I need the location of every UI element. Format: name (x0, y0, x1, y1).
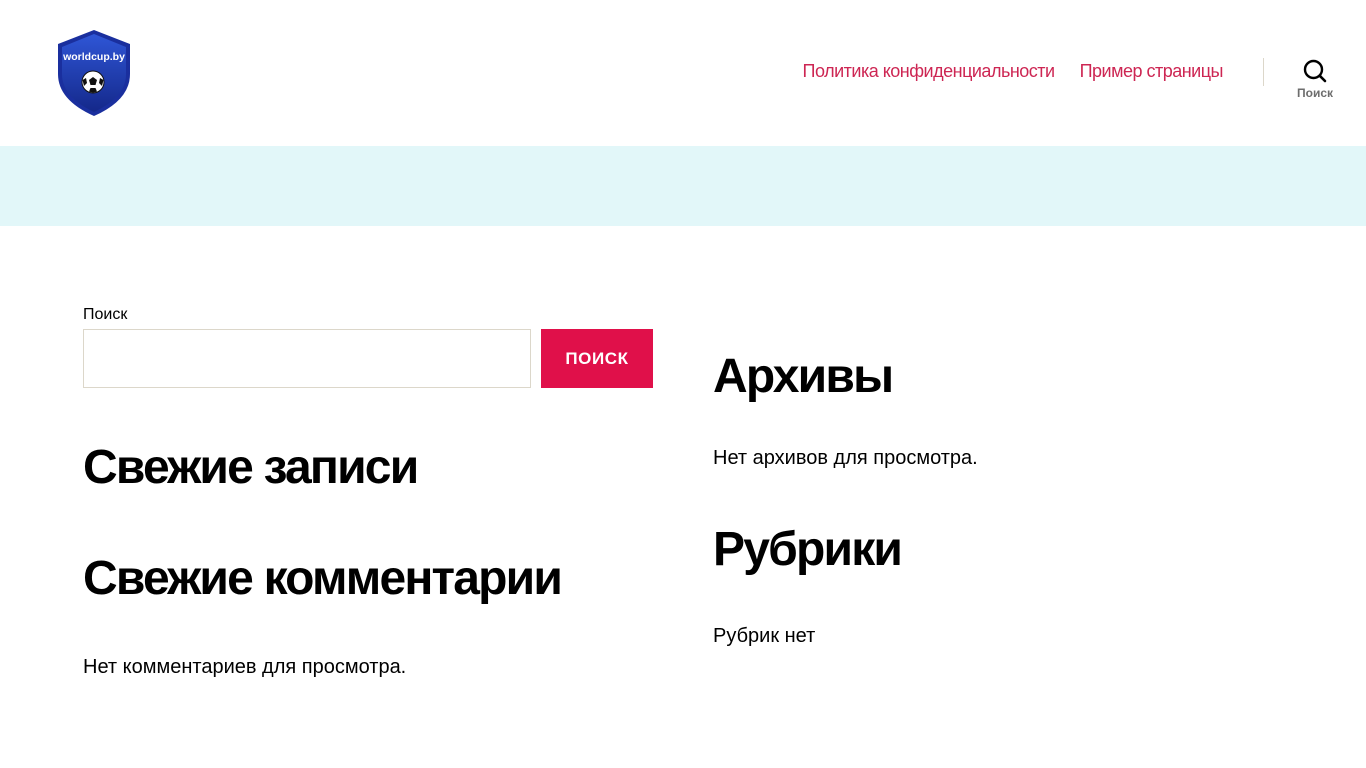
shield-soccer-ball-icon: worldcup.by (58, 30, 130, 116)
archives-title: Архивы (713, 350, 894, 403)
search-field-label: Поиск (83, 306, 128, 323)
search-toggle-label: Поиск (1296, 86, 1333, 100)
search-icon (1303, 59, 1327, 83)
no-rubrics-text: Рубрик нет (713, 625, 816, 647)
primary-nav: Политика конфиденциальности Пример стран… (803, 61, 1224, 82)
recent-comments-title: Свежие комментарии (83, 552, 563, 605)
nav-link-sample-page[interactable]: Пример страницы (1080, 61, 1224, 82)
header-band (0, 146, 1366, 226)
search-toggle-button[interactable]: Поиск (1284, 58, 1346, 110)
search-submit-button[interactable]: ПОИСК (541, 329, 653, 388)
search-input[interactable] (83, 329, 531, 388)
recent-posts-title: Свежие записи (83, 441, 419, 494)
no-comments-text: Нет комментариев для просмотра. (83, 656, 407, 678)
footer-widgets: Поиск ПОИСК Свежие записи Свежие коммент… (0, 226, 1366, 768)
nav-link-privacy-policy[interactable]: Политика конфиденциальности (803, 61, 1056, 82)
rubrics-title: Рубрики (713, 523, 903, 576)
site-header: worldcup.by Политика конфиденциальности … (0, 0, 1366, 146)
nav-divider (1263, 58, 1264, 86)
site-logo[interactable]: worldcup.by (54, 28, 134, 118)
no-archives-text: Нет архивов для просмотра. (713, 447, 978, 469)
logo-text: worldcup.by (62, 51, 125, 63)
